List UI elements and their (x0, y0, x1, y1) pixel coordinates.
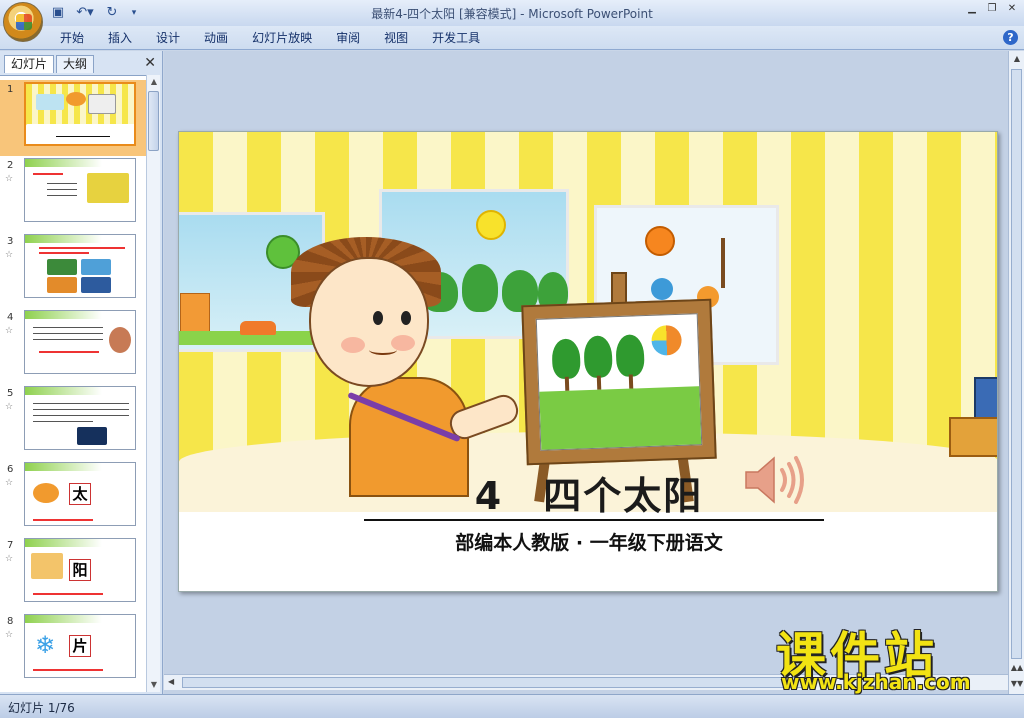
thumbnail-image: ❄ 片 (24, 614, 136, 678)
tab-developer[interactable]: 开发工具 (420, 30, 492, 46)
animation-star-icon: ☆ (5, 250, 14, 260)
animation-star-icon: ☆ (5, 326, 14, 336)
animation-star-icon: ☆ (5, 630, 14, 640)
title-underline (364, 519, 824, 521)
next-slide-icon[interactable]: ▼▼ (1009, 679, 1024, 688)
slide-thumbnail-7[interactable]: 7 ☆ 阳 (0, 536, 146, 612)
slide-thumbnail-6[interactable]: 6 ☆ 太 (0, 460, 146, 536)
minimize-icon[interactable]: ▁ (962, 2, 982, 16)
window-controls: ▁ ❐ ✕ (962, 2, 1022, 16)
slide-number: 3 (7, 236, 14, 247)
thumbnail-character: 阳 (69, 559, 91, 581)
slide-indicator: 幻灯片 1/76 (8, 701, 75, 715)
scroll-up-icon[interactable]: ▲ (1009, 54, 1024, 63)
slide-title[interactable]: 4 四个太阳 (179, 465, 997, 520)
tab-slideshow[interactable]: 幻灯片放映 (240, 30, 324, 46)
thumbnail-image (24, 310, 136, 374)
status-bar: 幻灯片 1/76 (0, 694, 1024, 718)
slide-number: 4 (7, 312, 14, 323)
animation-star-icon: ☆ (5, 174, 14, 184)
window-title: 最新4-四个太阳 [兼容模式] - Microsoft PowerPoint (371, 7, 653, 21)
thumbnail-scrollbar[interactable]: ▲ ▼ (146, 75, 160, 692)
thumbnail-image (24, 158, 136, 222)
animation-star-icon: ☆ (5, 554, 14, 564)
tab-home[interactable]: 开始 (48, 30, 96, 46)
scroll-up-icon[interactable]: ▲ (147, 75, 161, 89)
animation-star-icon: ☆ (5, 402, 14, 412)
slide-number: 7 (7, 540, 14, 551)
scrollbar-thumb[interactable] (148, 91, 159, 151)
tab-slides[interactable]: 幻灯片 (4, 55, 55, 73)
office-button[interactable] (3, 2, 43, 42)
title-bar: ▣ ↶▾ ↻ ▾ 最新4-四个太阳 [兼容模式] - Microsoft Pow… (0, 0, 1024, 42)
animation-star-icon: ☆ (5, 478, 14, 488)
thumbnail-character: 太 (69, 483, 91, 505)
slide-subtitle[interactable]: 部编本人教版 · 一年级下册语文 (179, 528, 997, 555)
tab-insert[interactable]: 插入 (96, 30, 144, 46)
thumbnail-character: 片 (69, 635, 91, 657)
slide-number: 5 (7, 388, 14, 399)
close-icon[interactable]: ✕ (1002, 2, 1022, 16)
desk-illustration (949, 417, 997, 457)
slides-panel: 幻灯片 大纲 ✕ 1 2 ☆ 3 ☆ 4 ☆ 5 ☆ 6 ☆ 太 7 ☆ 阳 8… (0, 51, 163, 694)
slide-number: 6 (7, 464, 14, 475)
thumbnail-image (24, 234, 136, 298)
easel (521, 298, 717, 466)
tab-design[interactable]: 设计 (144, 30, 192, 46)
previous-slide-icon[interactable]: ▲▲ (1009, 663, 1024, 672)
monitor-illustration (974, 377, 997, 419)
slide-number: 2 (7, 160, 14, 171)
tab-outline[interactable]: 大纲 (56, 55, 95, 73)
slide-number: 1 (7, 84, 14, 95)
scroll-left-icon[interactable]: ◀ (168, 677, 174, 686)
speaker-icon[interactable] (742, 450, 812, 510)
help-icon[interactable]: ? (1003, 30, 1018, 45)
tab-animations[interactable]: 动画 (192, 30, 240, 46)
close-icon[interactable]: ✕ (144, 55, 156, 71)
watermark-url: www.kjzhan.com (781, 670, 971, 694)
tab-view[interactable]: 视图 (372, 30, 420, 46)
slide-thumbnail-4[interactable]: 4 ☆ (0, 308, 146, 384)
scrollbar-thumb[interactable] (182, 677, 812, 688)
editor-vertical-scrollbar[interactable]: ▲ ▲▲ ▼▼ (1008, 51, 1024, 694)
slide-thumbnail-8[interactable]: 8 ☆ ❄ 片 (0, 612, 146, 688)
thumbnail-image (24, 386, 136, 450)
slide-thumbnail-2[interactable]: 2 ☆ (0, 156, 146, 232)
snowflake-icon: ❄ (35, 631, 56, 659)
slide-thumbnail-3[interactable]: 3 ☆ (0, 232, 146, 308)
current-slide[interactable]: 4 四个太阳 部编本人教版 · 一年级下册语文 (178, 131, 998, 592)
ribbon-tabs: 开始 插入 设计 动画 幻灯片放映 审阅 视图 开发工具 (48, 30, 492, 46)
thumbnail-image: 阳 (24, 538, 136, 602)
slide-thumbnail-list: 1 2 ☆ 3 ☆ 4 ☆ 5 ☆ 6 ☆ 太 7 ☆ 阳 8 ☆ ❄ 片 (0, 75, 146, 692)
ribbon: 开始 插入 设计 动画 幻灯片放映 审阅 视图 开发工具 ? (0, 26, 1024, 50)
tab-review[interactable]: 审阅 (324, 30, 372, 46)
boy-face (309, 257, 429, 387)
slide-thumbnail-5[interactable]: 5 ☆ (0, 384, 146, 460)
restore-icon[interactable]: ❐ (982, 2, 1002, 16)
slide-thumbnail-1[interactable]: 1 (0, 80, 146, 156)
panel-tabs: 幻灯片 大纲 ✕ (2, 53, 160, 73)
easel-drawing (535, 313, 703, 451)
slide-number: 8 (7, 616, 14, 627)
thumbnail-image (24, 82, 136, 146)
thumbnail-image: 太 (24, 462, 136, 526)
scrollbar-thumb[interactable] (1011, 69, 1022, 659)
scroll-down-icon[interactable]: ▼ (147, 678, 161, 692)
